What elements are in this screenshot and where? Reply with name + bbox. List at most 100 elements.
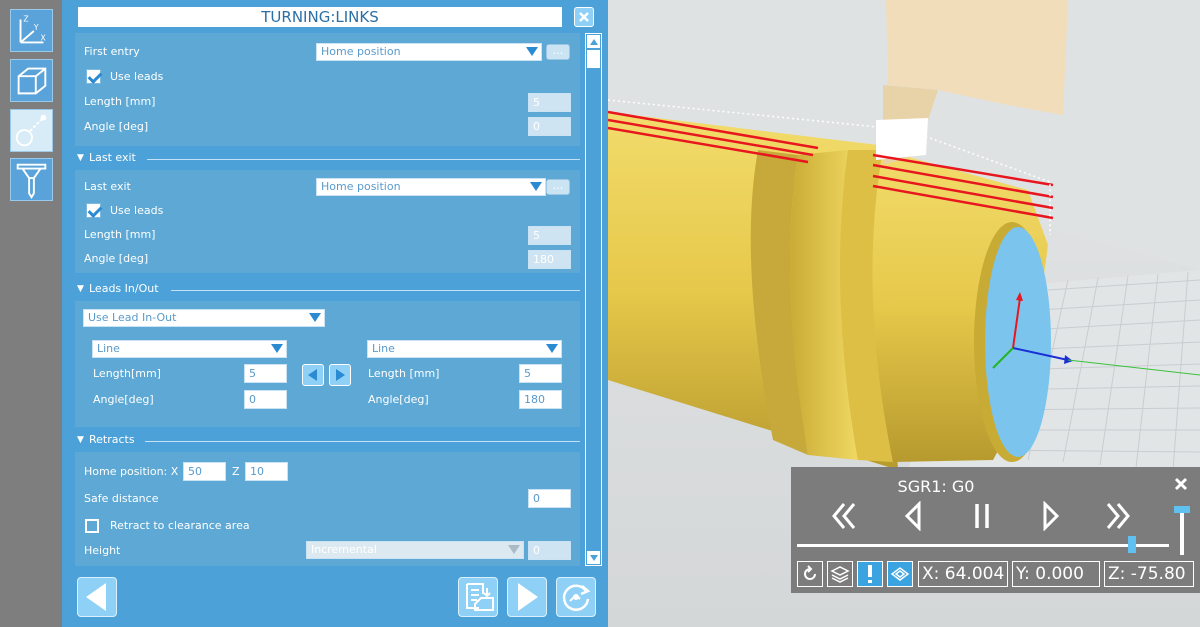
back-arrow-icon	[86, 583, 106, 611]
svg-text:X: X	[41, 34, 46, 43]
height-mode-dropdown[interactable]: Incremental	[306, 541, 524, 559]
stock-view-button[interactable]	[887, 561, 913, 587]
close-icon[interactable]	[1174, 477, 1188, 491]
last-exit-section-header[interactable]: ▼ Last exit	[75, 150, 580, 168]
close-panel-button[interactable]	[574, 7, 594, 27]
home-position-x-input[interactable]: 50	[183, 462, 226, 481]
collapse-triangle-icon: ▼	[77, 435, 84, 445]
pause-icon	[975, 504, 989, 528]
leads-section: Use Lead In-Out Line Length[mm] 5 Angle[…	[75, 301, 580, 427]
collapse-triangle-icon: ▼	[77, 284, 84, 294]
forward-arrow-icon	[518, 583, 538, 611]
scroll-down-button[interactable]	[587, 551, 600, 564]
section-divider	[145, 441, 580, 442]
vertical-scrollbar[interactable]	[585, 33, 602, 566]
lead-mode-dropdown[interactable]: Use Lead In-Out	[83, 309, 325, 327]
lead-in-length-label: Length[mm]	[93, 367, 161, 380]
left-toolbar: ZYX	[0, 0, 62, 627]
fast-rewind-button[interactable]	[830, 501, 860, 531]
height-label: Height	[84, 544, 121, 557]
cutting-tool-icon[interactable]	[10, 158, 53, 201]
first-entry-angle-input[interactable]: 0	[528, 117, 571, 136]
last-exit-dropdown[interactable]: Home position	[316, 178, 546, 196]
chevron-down-icon	[508, 545, 520, 554]
save-export-button[interactable]	[458, 577, 498, 617]
last-exit-length-label: Length [mm]	[84, 228, 156, 241]
settings-scroll-area[interactable]: First entry Home position ... Use leads …	[75, 33, 580, 566]
first-entry-dropdown[interactable]: Home position	[316, 43, 542, 61]
retract-clearance-label: Retract to clearance area	[110, 519, 250, 532]
first-entry-length-input[interactable]: 5	[528, 93, 571, 112]
first-entry-value: Home position	[321, 45, 401, 58]
retract-clearance-checkbox[interactable]	[85, 519, 99, 533]
copy-right-button[interactable]	[329, 364, 351, 386]
turning-links-panel: TURNING:LINKS First entry Home position …	[62, 0, 608, 627]
copy-left-button[interactable]	[302, 364, 324, 386]
forward-button[interactable]	[507, 577, 547, 617]
first-entry-more-button[interactable]: ...	[546, 44, 570, 60]
retracts-section-header[interactable]: ▼ Retracts	[75, 432, 580, 450]
step-forward-button[interactable]	[1035, 500, 1065, 532]
chevron-down-icon	[546, 344, 558, 353]
last-exit-use-leads-label: Use leads	[110, 204, 164, 217]
compute-icon	[562, 584, 591, 611]
back-button[interactable]	[77, 577, 117, 617]
layers-button[interactable]	[827, 561, 853, 587]
lead-in-length-input[interactable]: 5	[244, 364, 287, 383]
home-position-x-label: Home position: X	[84, 465, 179, 478]
retracts-section-title: Retracts	[89, 433, 135, 446]
svg-text:Z: Z	[23, 14, 28, 23]
fast-rewind-icon	[832, 503, 856, 529]
chevron-down-icon	[526, 47, 538, 56]
fast-forward-button[interactable]	[1102, 501, 1132, 531]
lead-out-type-value: Line	[372, 342, 395, 355]
safe-distance-input[interactable]: 0	[528, 489, 571, 508]
last-exit-angle-input[interactable]: 180	[528, 250, 571, 269]
toolpath-icon[interactable]	[10, 109, 53, 152]
height-input[interactable]: 0	[528, 541, 571, 560]
scroll-up-button[interactable]	[587, 35, 600, 48]
y-coordinate: Y: 0.000	[1012, 561, 1100, 587]
exclamation-icon	[868, 565, 872, 583]
lead-in-type-dropdown[interactable]: Line	[92, 340, 287, 358]
lead-out-angle-input[interactable]: 180	[519, 390, 562, 409]
stock-box-icon[interactable]	[10, 59, 53, 102]
leads-section-header[interactable]: ▼ Leads In/Out	[75, 281, 580, 299]
home-position-z-label: Z	[232, 465, 240, 478]
lead-out-type-dropdown[interactable]: Line	[367, 340, 562, 358]
retracts-section: Home position: X 50 Z 10 Safe distance 0…	[75, 452, 580, 566]
speed-thumb[interactable]	[1174, 506, 1190, 514]
last-exit-use-leads-checkbox[interactable]	[86, 203, 101, 218]
section-divider	[147, 159, 580, 160]
safe-distance-label: Safe distance	[84, 492, 159, 505]
step-back-button[interactable]	[899, 500, 929, 532]
simulation-player: SGR1: G0 X: 64.004 Y: 0.000 Z: -75.80	[791, 467, 1200, 593]
home-position-z-input[interactable]: 10	[245, 462, 288, 481]
xyz-axes-icon[interactable]: ZYX	[10, 9, 53, 52]
lead-out-length-input[interactable]: 5	[519, 364, 562, 383]
last-exit-length-input[interactable]: 5	[528, 226, 571, 245]
first-entry-use-leads-checkbox[interactable]	[86, 69, 101, 84]
scrollbar-thumb[interactable]	[587, 50, 600, 68]
collapse-triangle-icon: ▼	[77, 153, 84, 163]
stock-view-icon	[890, 567, 910, 581]
progress-track[interactable]	[797, 544, 1169, 547]
section-divider	[171, 290, 580, 291]
first-entry-section: First entry Home position ... Use leads …	[75, 33, 580, 146]
x-coordinate: X: 64.004	[918, 561, 1008, 587]
last-exit-section: Last exit Home position ... Use leads Le…	[75, 170, 580, 273]
first-entry-length-label: Length [mm]	[84, 95, 156, 108]
collision-toggle-button[interactable]	[857, 561, 883, 587]
lead-mode-value: Use Lead In-Out	[88, 311, 177, 324]
compute-button[interactable]	[556, 577, 596, 617]
fast-forward-icon	[1106, 503, 1130, 529]
last-exit-label: Last exit	[84, 180, 131, 193]
svg-text:Y: Y	[33, 23, 39, 32]
progress-thumb[interactable]	[1127, 536, 1136, 553]
last-exit-more-button[interactable]: ...	[546, 179, 570, 195]
speed-slider[interactable]	[1180, 507, 1184, 555]
pause-button[interactable]	[967, 501, 997, 531]
lead-in-angle-input[interactable]: 0	[244, 390, 287, 409]
reset-view-button[interactable]	[797, 561, 823, 587]
chevron-down-icon	[589, 554, 598, 561]
